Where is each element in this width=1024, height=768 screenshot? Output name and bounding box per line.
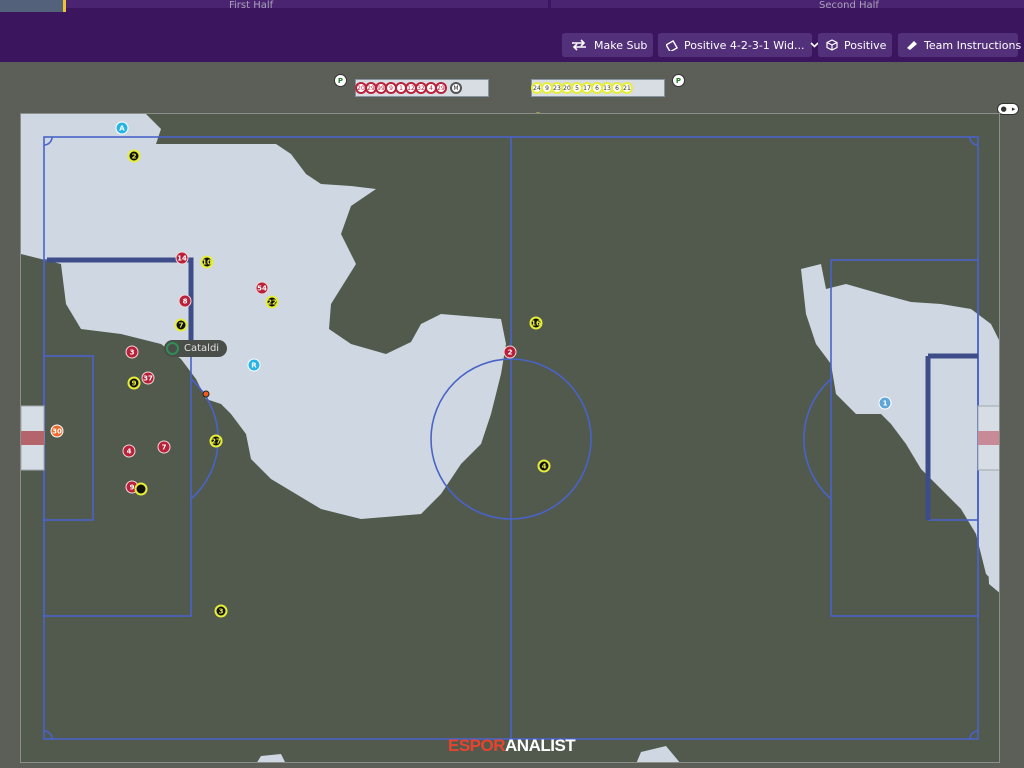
away-player-marker[interactable]: 4	[537, 459, 551, 473]
match-topbar: First Half Second Half Make Sub Positive…	[0, 0, 1024, 62]
away-player-marker[interactable]: 9	[127, 376, 141, 390]
home-goalkeeper-marker[interactable]: 30	[50, 424, 64, 438]
referee-marker[interactable]: R	[247, 358, 261, 372]
match-pitch[interactable]: A R 30 1 14 54 8 3 37 4 7 9 2 2 10 22 7 …	[20, 113, 1000, 763]
formation-dropdown[interactable]: Positive 4-2-3-1 Wid...	[658, 33, 820, 57]
right-penalty-area	[830, 259, 979, 617]
away-player-marker[interactable]: 16	[529, 316, 543, 330]
home-manager-chip[interactable]: M	[450, 82, 462, 94]
bench-player-chip[interactable]: 29	[435, 82, 447, 94]
home-player-marker[interactable]: 14	[175, 251, 189, 265]
team-instructions-button[interactable]: Team Instructions	[898, 33, 1022, 57]
match-timeline[interactable]: First Half Second Half	[0, 0, 1024, 12]
mentality-label: Positive	[844, 38, 887, 52]
swap-icon	[572, 39, 586, 51]
home-player-marker[interactable]: 37	[141, 371, 155, 385]
cube-icon	[826, 39, 838, 51]
home-player-marker[interactable]: 8	[178, 294, 192, 308]
away-player-marker[interactable]: 27	[209, 434, 223, 448]
watermark-part-1: ESPOR	[448, 736, 506, 755]
second-half-track	[551, 0, 1024, 8]
away-goalkeeper-marker[interactable]: 1	[878, 396, 892, 410]
assistant-referee-marker[interactable]: A	[115, 121, 129, 135]
away-player-marker[interactable]: 7	[174, 318, 188, 332]
player-focus-ring-icon	[166, 342, 179, 355]
make-sub-label: Make Sub	[594, 38, 648, 52]
focused-player-name: Cataldi	[184, 343, 220, 354]
pitch-markings	[21, 136, 999, 740]
timeline-marker[interactable]	[63, 0, 66, 12]
right-six-yard-box	[928, 355, 979, 521]
away-bench-strip[interactable]: 24 9 23 20 5 17 6 13 6 21	[531, 79, 665, 97]
bench-player-chip[interactable]: 21	[621, 82, 633, 94]
away-player-marker[interactable]: 10	[200, 255, 214, 269]
away-player-marker[interactable]	[134, 482, 148, 496]
team-instructions-label: Team Instructions	[924, 38, 1022, 52]
away-player-marker[interactable]: 2	[127, 149, 141, 163]
first-half-track	[0, 0, 548, 8]
timeline-progress	[0, 0, 64, 12]
focused-player-tag[interactable]: Cataldi	[164, 340, 228, 357]
away-player-marker[interactable]: 3	[214, 604, 228, 618]
mentality-button[interactable]: Positive	[818, 33, 892, 57]
formation-label: Positive 4-2-3-1 Wid...	[684, 38, 805, 52]
first-half-label: First Half	[229, 0, 274, 11]
match-ball	[202, 390, 210, 398]
home-player-marker[interactable]: 3	[125, 345, 139, 359]
second-half-label: Second Half	[819, 0, 879, 11]
view-toggle-icon[interactable]: ● ▸	[997, 103, 1019, 115]
home-player-marker[interactable]: 54	[255, 281, 269, 295]
away-bench-tag[interactable]: P	[672, 74, 685, 87]
left-penalty-area	[43, 259, 192, 617]
make-sub-button[interactable]: Make Sub	[562, 33, 653, 57]
home-bench-tag[interactable]: P	[334, 74, 347, 87]
home-bench-strip[interactable]: 20 29 99 9 1 12 32 4 29 M	[355, 79, 489, 97]
left-six-yard-box	[43, 355, 94, 521]
home-player-marker[interactable]: 7	[157, 440, 171, 454]
home-player-marker[interactable]: 4	[122, 444, 136, 458]
bench-area	[0, 62, 1024, 112]
tactics-board-icon	[666, 39, 678, 51]
right-penalty-arc	[803, 378, 832, 500]
away-player-marker[interactable]: 22	[265, 295, 279, 309]
megaphone-icon	[907, 41, 917, 50]
watermark-part-2: ANALIST	[505, 736, 576, 755]
home-player-marker[interactable]: 2	[503, 345, 517, 359]
esporanalist-watermark: ESPOR ANALIST	[448, 736, 576, 756]
